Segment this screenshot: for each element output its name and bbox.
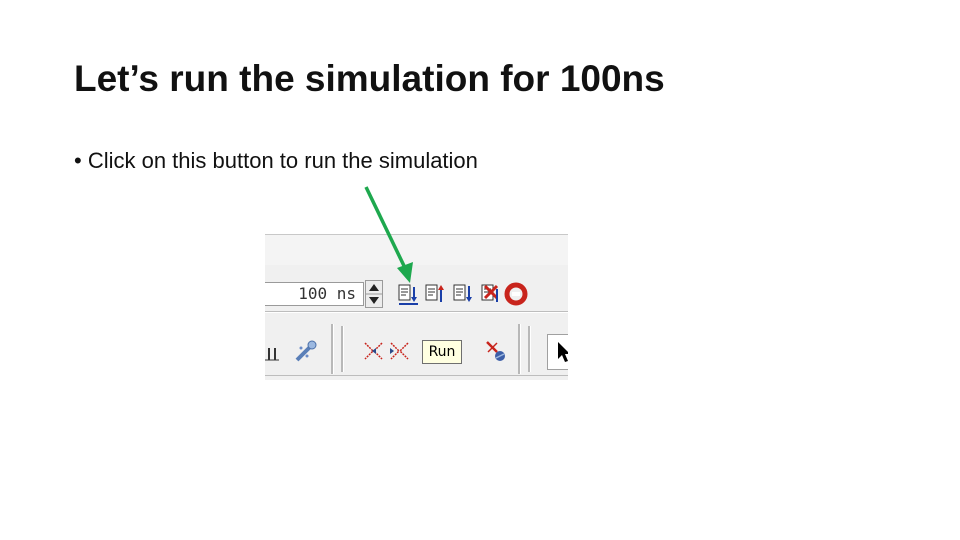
pointer-arrow xyxy=(364,186,413,283)
